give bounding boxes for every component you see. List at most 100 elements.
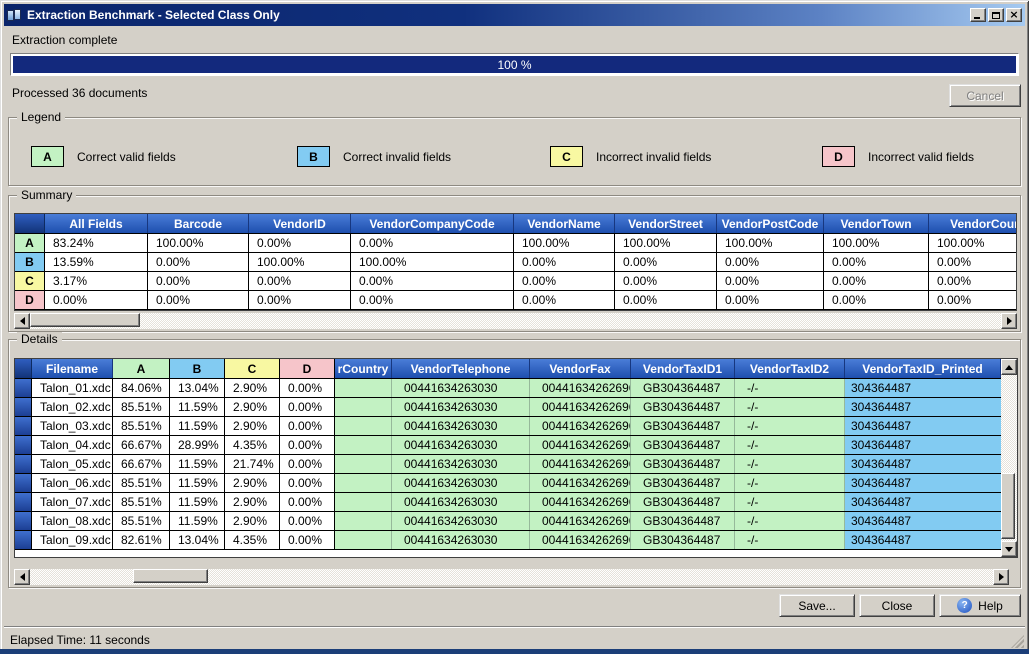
details-row-selector[interactable] — [15, 455, 32, 473]
legend-item-C: CIncorrect invalid fields — [550, 146, 711, 167]
resize-grip-icon[interactable] — [1011, 635, 1024, 648]
summary-column-header: VendorName — [514, 214, 615, 233]
close-button[interactable]: Close — [859, 594, 935, 617]
scroll-up-icon[interactable] — [1001, 359, 1017, 375]
details-header-row: FilenameABCDrCountryVendorTelephoneVendo… — [15, 359, 1017, 379]
extraction-status-text: Extraction complete — [12, 33, 117, 47]
scroll-left-icon[interactable] — [14, 313, 30, 329]
summary-cell: 83.24% — [45, 234, 148, 252]
summary-h-scrollbar[interactable] — [14, 313, 1017, 329]
details-cell-telephone: 00441634263030 — [392, 417, 530, 435]
details-h-scrollbar[interactable] — [14, 569, 1009, 585]
summary-cell: 0.00% — [929, 291, 1017, 309]
scroll-down-icon[interactable] — [1001, 541, 1017, 557]
details-cell-telephone: 00441634263030 — [392, 455, 530, 473]
details-row[interactable]: Talon_08.xdc85.51%11.59%2.90%0.00%004416… — [15, 512, 1017, 531]
summary-cell: 0.00% — [615, 253, 717, 271]
summary-cell: 0.00% — [249, 272, 351, 290]
details-cell-taxid1: GB304364487 — [631, 436, 735, 454]
summary-h-scroll-thumb[interactable] — [30, 313, 140, 327]
scroll-right-icon[interactable] — [1001, 313, 1017, 329]
summary-header-row: All FieldsBarcodeVendorIDVendorCompanyCo… — [15, 214, 1016, 234]
details-cell-country — [335, 398, 392, 416]
details-cell-c: 2.90% — [225, 512, 280, 530]
title-bar[interactable]: Extraction Benchmark - Selected Class On… — [4, 4, 1025, 26]
details-cell-b: 11.59% — [170, 474, 225, 492]
details-row[interactable]: Talon_04.xdc66.67%28.99%4.35%0.00%004416… — [15, 436, 1017, 455]
details-row-selector[interactable] — [15, 512, 32, 530]
details-v-scroll-track[interactable] — [1001, 375, 1017, 541]
details-row[interactable]: Talon_01.xdc84.06%13.04%2.90%0.00%004416… — [15, 379, 1017, 398]
minimize-icon[interactable] — [970, 8, 986, 22]
summary-cell: 0.00% — [351, 291, 514, 309]
details-cell-taxid_printed: 304364487 — [845, 512, 1001, 530]
details-cell-country — [335, 379, 392, 397]
details-v-scroll-thumb[interactable] — [1001, 473, 1015, 539]
details-cell-telephone: 00441634263030 — [392, 493, 530, 511]
details-cell-filename: Talon_08.xdc — [32, 512, 113, 530]
details-column-header: C — [225, 359, 280, 378]
cancel-button[interactable]: Cancel — [949, 84, 1021, 107]
details-row[interactable]: Talon_06.xdc85.51%11.59%2.90%0.00%004416… — [15, 474, 1017, 493]
progress-bar: 100 % — [10, 53, 1019, 76]
details-row-selector[interactable] — [15, 436, 32, 454]
summary-group: Summary All FieldsBarcodeVendorIDVendorC… — [8, 195, 1021, 332]
details-cell-taxid2: -/- — [735, 436, 845, 454]
details-column-header: Filename — [32, 359, 113, 378]
summary-cell: 100.00% — [824, 234, 929, 252]
details-cell-filename: Talon_05.xdc — [32, 455, 113, 473]
details-cell-a: 66.67% — [113, 436, 170, 454]
details-cell-taxid_printed: 304364487 — [845, 493, 1001, 511]
details-row[interactable]: Talon_07.xdc85.51%11.59%2.90%0.00%004416… — [15, 493, 1017, 512]
details-cell-c: 4.35% — [225, 531, 280, 549]
summary-cell: 0.00% — [717, 272, 824, 290]
details-row[interactable]: Talon_09.xdc82.61%13.04%4.35%0.00%004416… — [15, 531, 1017, 550]
details-cell-taxid1: GB304364487 — [631, 398, 735, 416]
help-button[interactable]: Help — [939, 594, 1021, 617]
summary-cell: 0.00% — [514, 272, 615, 290]
details-row-selector[interactable] — [15, 493, 32, 511]
details-row-selector[interactable] — [15, 474, 32, 492]
close-icon[interactable]: × — [1006, 8, 1022, 22]
summary-h-scroll-track[interactable] — [30, 313, 1001, 329]
details-h-scroll-track[interactable] — [30, 569, 993, 585]
details-cell-a: 85.51% — [113, 417, 170, 435]
scroll-left-icon[interactable] — [14, 569, 30, 585]
details-row-selector[interactable] — [15, 379, 32, 397]
details-cell-telephone: 00441634263030 — [392, 474, 530, 492]
summary-row-key: A — [15, 234, 45, 252]
summary-row: C3.17%0.00%0.00%0.00%0.00%0.00%0.00%0.00… — [15, 272, 1016, 291]
summary-cell: 0.00% — [717, 253, 824, 271]
details-cell-taxid2: -/- — [735, 398, 845, 416]
details-cell-taxid1: GB304364487 — [631, 493, 735, 511]
details-cell-taxid_printed: 304364487 — [845, 379, 1001, 397]
summary-cell: 0.00% — [148, 272, 249, 290]
details-cell-fax: 00441634262696 — [530, 436, 631, 454]
maximize-icon[interactable] — [988, 8, 1004, 22]
details-column-header: VendorFax — [530, 359, 631, 378]
details-column-header: VendorTelephone — [392, 359, 530, 378]
details-row[interactable]: Talon_03.xdc85.51%11.59%2.90%0.00%004416… — [15, 417, 1017, 436]
details-cell-taxid_printed: 304364487 — [845, 531, 1001, 549]
details-group: Details FilenameABCDrCountryVendorTeleph… — [8, 339, 1021, 588]
details-h-scroll-thumb[interactable] — [133, 569, 208, 583]
summary-cell: 0.00% — [615, 272, 717, 290]
save-button[interactable]: Save... — [779, 594, 855, 617]
scroll-right-icon[interactable] — [993, 569, 1009, 585]
details-row[interactable]: Talon_05.xdc66.67%11.59%21.74%0.00%00441… — [15, 455, 1017, 474]
details-row[interactable]: Talon_02.xdc85.51%11.59%2.90%0.00%004416… — [15, 398, 1017, 417]
summary-cell: 100.00% — [929, 234, 1017, 252]
details-row-selector[interactable] — [15, 531, 32, 549]
details-cell-b: 13.04% — [170, 379, 225, 397]
legend-item-label: Correct valid fields — [77, 150, 176, 164]
details-v-scrollbar[interactable] — [1001, 359, 1017, 557]
summary-cell: 0.00% — [824, 253, 929, 271]
details-cell-b: 11.59% — [170, 455, 225, 473]
elapsed-time-text: Elapsed Time: 11 seconds — [10, 633, 150, 647]
details-row-selector[interactable] — [15, 417, 32, 435]
details-row-selector[interactable] — [15, 398, 32, 416]
details-cell-country — [335, 493, 392, 511]
summary-cell: 100.00% — [249, 253, 351, 271]
summary-row-key: B — [15, 253, 45, 271]
summary-column-header: VendorStreet — [615, 214, 717, 233]
